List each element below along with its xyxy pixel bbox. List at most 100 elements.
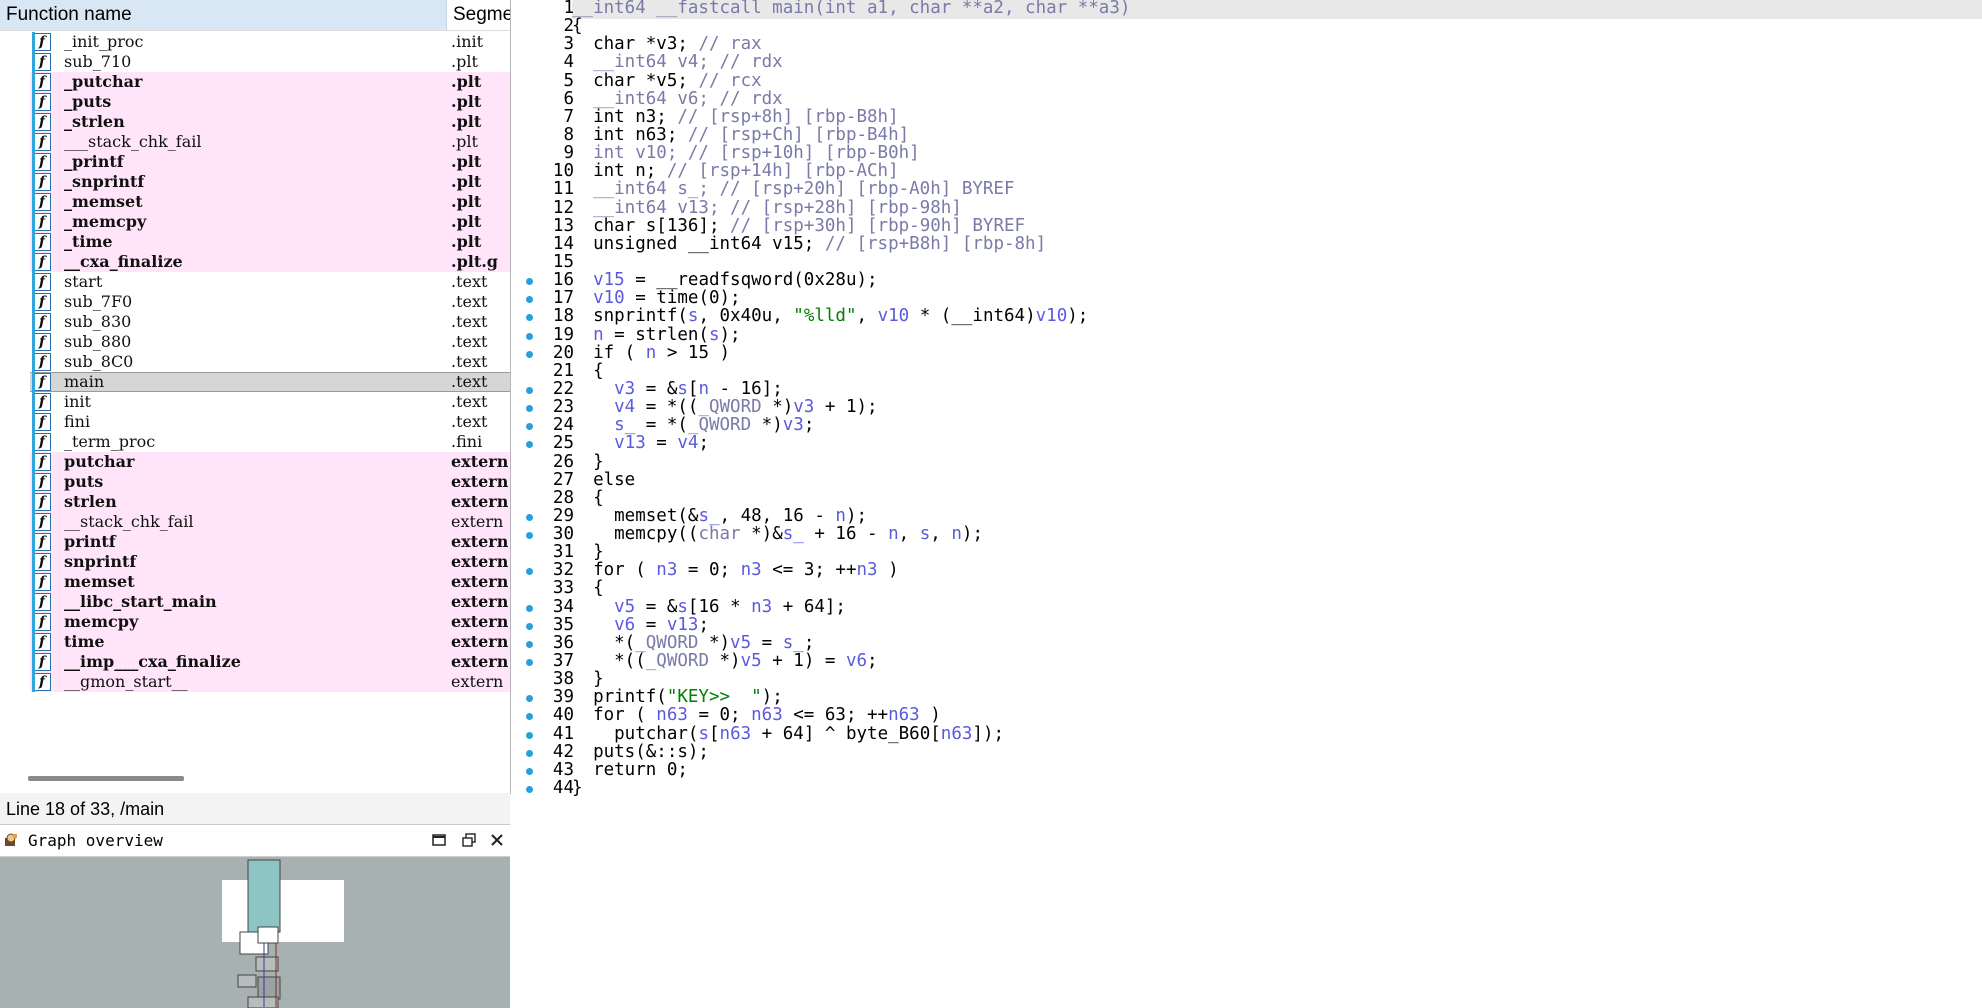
function-row[interactable]: f putchar extern [0,452,510,472]
function-row[interactable]: f fini .text [0,412,510,432]
code-token-plain: } [572,778,583,799]
function-name: _time [64,232,113,251]
function-row[interactable]: f sub_8C0 .text [0,352,510,372]
breakpoint-dot-icon[interactable] [526,731,533,739]
function-row[interactable]: f _strlen .plt [0,112,510,132]
function-icon: f [32,352,51,372]
function-row[interactable]: f _memset .plt [0,192,510,212]
column-header-function-name[interactable]: Function name [0,0,447,30]
function-row[interactable]: f _puts .plt [0,92,510,112]
breakpoint-dot-icon[interactable] [526,314,533,322]
horizontal-scrollbar-thumb[interactable] [28,776,184,781]
function-name: strlen [64,492,117,511]
breakpoint-dot-icon[interactable] [526,604,533,612]
breakpoint-dot-icon[interactable] [526,278,533,286]
code-line[interactable]: 44} [512,777,1982,800]
function-icon: f [32,312,51,332]
function-row[interactable]: f sub_7F0 .text [0,292,510,312]
function-segment: extern [451,592,509,611]
breakpoint-dot-icon[interactable] [526,332,533,340]
function-segment: .plt [451,172,482,191]
function-segment: extern [451,632,509,651]
function-name: printf [64,532,116,551]
function-row[interactable]: f __cxa_finalize .plt.g [0,252,510,272]
close-icon[interactable] [488,832,506,850]
function-segment: extern [451,452,509,471]
function-row[interactable]: f ___stack_chk_fail .plt [0,132,510,152]
breakpoint-dot-icon[interactable] [526,350,533,358]
function-row[interactable]: f __libc_start_main extern [0,592,510,612]
graph-node [247,996,279,1008]
functions-table-header: Function name Segme [0,0,510,31]
function-icon: f [32,412,51,432]
breakpoint-dot-icon[interactable] [526,786,533,794]
function-row[interactable]: f memset extern [0,572,510,592]
function-icon: f [32,272,51,292]
breakpoint-dot-icon[interactable] [526,296,533,304]
function-row[interactable]: f _printf .plt [0,152,510,172]
function-row[interactable]: f _snprintf .plt [0,172,510,192]
function-row[interactable]: f strlen extern [0,492,510,512]
function-icon: f [32,292,51,312]
function-icon: f [32,232,51,252]
function-row[interactable]: f __stack_chk_fail extern [0,512,510,532]
breakpoint-dot-icon[interactable] [526,405,533,413]
breakpoint-dot-icon[interactable] [526,441,533,449]
function-name: memcpy [64,612,139,631]
function-segment: .fini [451,432,483,451]
maximize-icon[interactable] [430,832,448,850]
function-segment: .plt [451,52,478,71]
function-row[interactable]: f memcpy extern [0,612,510,632]
function-row[interactable]: f time extern [0,632,510,652]
function-row[interactable]: f __imp___cxa_finalize extern [0,652,510,672]
function-segment: extern [451,612,509,631]
breakpoint-dot-icon[interactable] [526,695,533,703]
function-name: init [64,392,91,411]
function-icon: f [32,212,51,232]
code-text: } [572,777,583,800]
breakpoint-dot-icon[interactable] [526,568,533,576]
breakpoint-dot-icon[interactable] [526,386,533,394]
function-row[interactable]: f sub_830 .text [0,312,510,332]
breakpoint-dot-icon[interactable] [526,532,533,540]
breakpoint-dot-icon[interactable] [526,749,533,757]
function-row[interactable]: f _memcpy .plt [0,212,510,232]
function-icon: f [32,372,51,392]
column-header-segment[interactable]: Segme [449,0,510,30]
breakpoint-dot-icon[interactable] [526,713,533,721]
function-row[interactable]: f main .text [0,372,510,392]
function-row[interactable]: f printf extern [0,532,510,552]
function-segment: .plt [451,152,482,171]
function-name: _strlen [64,112,125,131]
function-row[interactable]: f _term_proc .fini [0,432,510,452]
function-row[interactable]: f puts extern [0,472,510,492]
function-row[interactable]: f _init_proc .init [0,32,510,52]
restore-icon[interactable] [460,832,478,850]
graph-node [257,926,279,944]
breakpoint-dot-icon[interactable] [526,513,533,521]
breakpoint-dot-icon[interactable] [526,659,533,667]
function-row[interactable]: f sub_880 .text [0,332,510,352]
function-segment: extern [451,492,509,511]
breakpoint-dot-icon[interactable] [526,640,533,648]
function-row[interactable]: f snprintf extern [0,552,510,572]
breakpoint-dot-icon[interactable] [526,423,533,431]
function-row[interactable]: f init .text [0,392,510,412]
function-icon: f [32,172,51,192]
function-row[interactable]: f _time .plt [0,232,510,252]
function-segment: .text [451,352,488,371]
function-row[interactable]: f sub_710 .plt [0,52,510,72]
function-row[interactable]: f _putchar .plt [0,72,510,92]
function-segment: extern [451,572,509,591]
function-name: fini [64,412,91,431]
function-icon: f [32,472,51,492]
function-icon: f [32,652,51,672]
breakpoint-dot-icon[interactable] [526,622,533,630]
graph-overview-canvas[interactable] [0,857,510,1008]
function-row[interactable]: f __gmon_start__ extern [0,672,510,692]
pseudocode-view[interactable]: 1 __int64 __fastcall main(int a1, char **… [512,0,1982,1008]
function-name: main [64,372,105,391]
breakpoint-dot-icon[interactable] [526,767,533,775]
function-icon: f [32,152,51,172]
function-row[interactable]: f start .text [0,272,510,292]
